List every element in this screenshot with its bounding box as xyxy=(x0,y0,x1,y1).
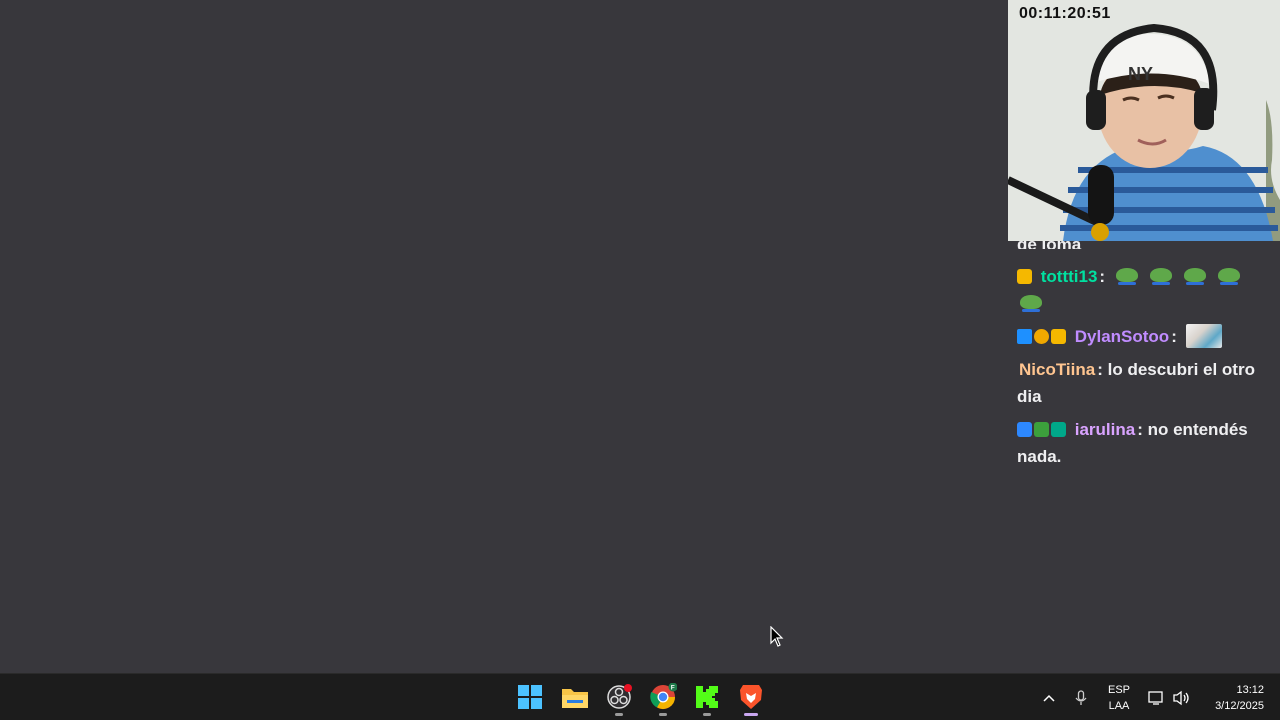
clock[interactable]: 13:12 3/12/2025 xyxy=(1200,674,1266,720)
frog-emote-icon xyxy=(1149,266,1173,286)
sword-badge-icon xyxy=(1017,422,1032,437)
chat-separator: : xyxy=(1099,267,1106,286)
brave-button[interactable] xyxy=(735,681,767,716)
show-hidden-icons-button[interactable] xyxy=(1038,674,1060,720)
clock-date: 3/12/2025 xyxy=(1215,699,1264,712)
chevron-up-icon xyxy=(1043,694,1055,702)
active-indicator xyxy=(744,713,758,716)
chat-message: iarulina: no entendés nada. xyxy=(1017,416,1271,470)
stream-uptime-timer: 00:11:20:51 xyxy=(1019,5,1111,22)
kick-icon xyxy=(696,686,718,708)
chat-message: DylanSotoo: xyxy=(1017,323,1271,350)
chat-username: iarulina xyxy=(1074,420,1136,439)
crown-badge-icon xyxy=(1017,269,1032,284)
brave-lion-icon xyxy=(740,685,762,709)
taskbar: F ESP LAA 13:12 3/12/2025 xyxy=(0,673,1280,720)
keyboard-layout: LAA xyxy=(1108,699,1130,712)
frog-emote-icon xyxy=(1115,266,1139,286)
creeper-badge-icon xyxy=(1034,422,1049,437)
frog-emote-icon xyxy=(1217,266,1241,286)
running-indicator xyxy=(615,713,623,716)
running-indicator xyxy=(703,713,711,716)
chat-username: DylanSotoo xyxy=(1074,327,1170,346)
chat-cutoff-message: de loma xyxy=(1017,241,1271,249)
chat-separator: : xyxy=(1137,420,1143,439)
chat-separator: : xyxy=(1171,327,1177,346)
kick-button[interactable] xyxy=(691,681,723,716)
folder-icon xyxy=(562,689,588,708)
cube-badge-icon xyxy=(1017,329,1032,344)
microphone-icon xyxy=(1075,689,1087,705)
clock-time: 13:12 xyxy=(1236,683,1264,696)
running-indicator xyxy=(659,713,667,716)
frog-emote-icon xyxy=(1183,266,1207,286)
language-indicator[interactable]: ESP LAA xyxy=(1100,674,1138,720)
microphone-button[interactable] xyxy=(1070,674,1092,720)
image-emote-icon xyxy=(1185,324,1222,348)
network-button[interactable] xyxy=(1146,674,1166,720)
svg-text:NY: NY xyxy=(1128,64,1153,84)
chat-separator: : xyxy=(1097,360,1103,379)
crown-badge-icon xyxy=(1051,329,1066,344)
obs-studio-button[interactable] xyxy=(603,681,635,716)
obs-icon xyxy=(607,684,632,709)
network-icon xyxy=(1148,690,1163,705)
file-explorer-button[interactable] xyxy=(559,681,591,713)
volume-button[interactable] xyxy=(1170,674,1192,720)
streamer-webcam-image: NY xyxy=(1008,0,1280,241)
chat-message: tottti13: xyxy=(1017,263,1271,317)
frog-emote-icon xyxy=(1019,293,1043,313)
first-badge-icon xyxy=(1034,329,1049,344)
webcam-overlay: NY 00:11:20:51 xyxy=(1008,0,1280,241)
chrome-icon: F xyxy=(650,683,677,710)
start-button[interactable] xyxy=(514,681,546,713)
speaker-icon xyxy=(1173,690,1189,705)
windows-logo-icon xyxy=(518,685,542,709)
svg-text:F: F xyxy=(671,685,675,692)
language-code: ESP xyxy=(1107,683,1130,696)
chrome-button[interactable]: F xyxy=(647,681,679,716)
chat-username: NicoTiina xyxy=(1019,360,1096,379)
gift-badge-icon xyxy=(1051,422,1066,437)
chat-username: tottti13 xyxy=(1040,267,1098,286)
chat-overlay: de loma tottti13: DylanSotoo: NicoTiina:… xyxy=(1008,241,1280,673)
chat-message: NicoTiina: lo descubri el otro dia xyxy=(1017,356,1271,410)
mouse-cursor-icon xyxy=(770,626,784,647)
